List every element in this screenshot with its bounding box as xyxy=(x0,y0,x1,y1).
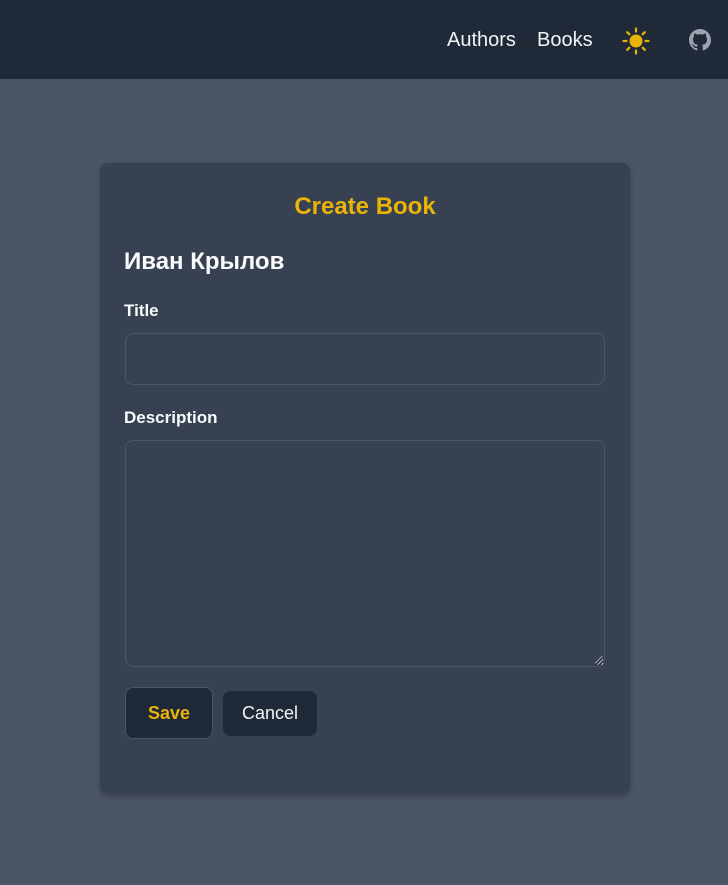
description-textarea[interactable] xyxy=(125,440,605,667)
create-book-card: Create Book Иван Крылов Title Descriptio… xyxy=(100,163,630,794)
resize-handle-icon[interactable] xyxy=(594,655,603,664)
page-title: Create Book xyxy=(294,193,436,220)
sun-icon xyxy=(622,27,650,55)
nav-link-books[interactable]: Books xyxy=(537,27,593,53)
save-button[interactable]: Save xyxy=(125,687,213,739)
cancel-button[interactable]: Cancel xyxy=(223,691,317,736)
nav-link-authors[interactable]: Authors xyxy=(447,27,516,53)
theme-toggle-button[interactable] xyxy=(622,27,650,55)
title-input[interactable] xyxy=(125,333,605,385)
description-label: Description xyxy=(124,408,218,427)
top-navbar: Authors Books xyxy=(0,0,728,79)
title-label: Title xyxy=(124,301,159,320)
github-icon xyxy=(689,29,711,51)
author-name: Иван Крылов xyxy=(124,248,285,275)
github-link[interactable] xyxy=(689,29,711,51)
